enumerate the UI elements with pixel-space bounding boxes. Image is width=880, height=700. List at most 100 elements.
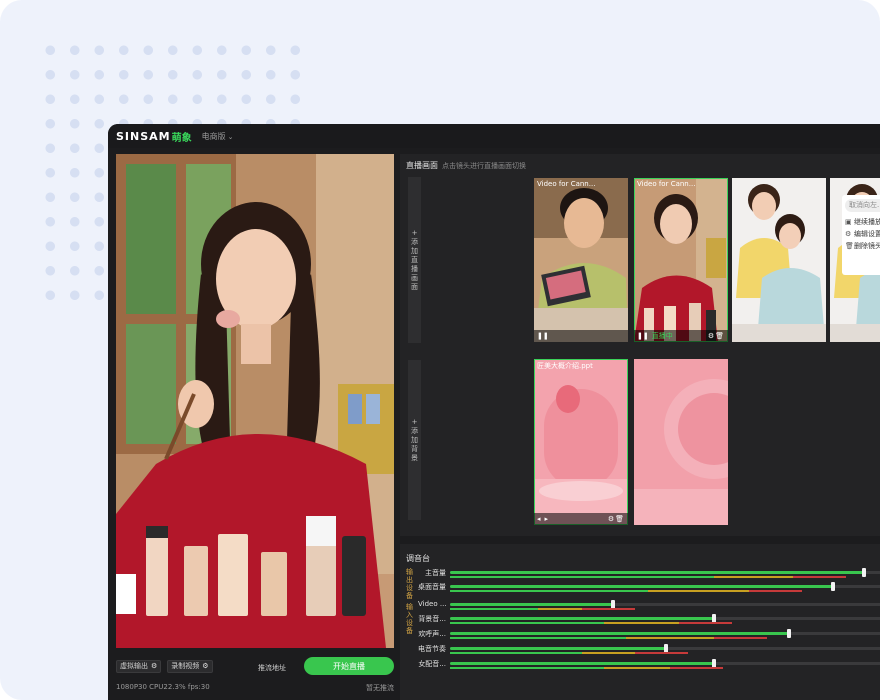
start-live-button[interactable]: 开始直播 (304, 657, 394, 675)
level-meter-segment (450, 608, 538, 610)
volume-fill (450, 662, 714, 665)
volume-fill (450, 647, 666, 650)
level-meter-segment (450, 652, 582, 654)
scene-thumbnail (634, 178, 728, 342)
scene-tile[interactable] (732, 178, 826, 342)
level-meter-segment (678, 622, 732, 624)
pause-icon[interactable]: ❚❚ (637, 332, 649, 340)
scene-tile-selected[interactable]: Video for Cann... ❚❚ 直播中 ⚙🗑 (634, 178, 728, 342)
output-group-char: 出 (406, 576, 413, 584)
mixer-row-name: 女配音... (418, 660, 446, 668)
mixer-row-name: 电音节奏 (418, 645, 446, 653)
scene-tile-label: Video for Cann... (637, 180, 696, 188)
volume-slider[interactable] (450, 629, 880, 638)
context-menu-label: 删除镜头 (854, 242, 880, 250)
add-scene-char: 画 (411, 273, 418, 282)
volume-fill (450, 632, 789, 635)
level-meter-segment (582, 608, 635, 610)
trash-icon[interactable]: 🗑 (615, 515, 625, 523)
input-group-char: 输 (406, 603, 413, 611)
level-meter (450, 576, 880, 578)
chevron-down-icon: ⌄ (227, 132, 234, 141)
add-background-button[interactable]: + 添 加 背 景 (408, 360, 421, 520)
scene-thumbnail (534, 178, 628, 342)
push-address-link[interactable]: 推流地址 (258, 663, 286, 673)
context-menu-item-continue[interactable]: ▣ 继续播放 (845, 216, 880, 228)
mixer-title: 调音台 (406, 554, 430, 563)
scene-tile[interactable]: Video for Cann... ❚❚ (534, 178, 628, 342)
level-meter-segment (582, 652, 635, 654)
scene-tile-controls: ❚❚ 直播中 ⚙🗑 (634, 330, 728, 342)
add-scene-char: + (411, 228, 418, 237)
volume-slider[interactable] (450, 614, 880, 623)
input-group-char: 入 (406, 611, 413, 619)
volume-fill (450, 585, 833, 588)
output-group-label: 输 出 设 备 (406, 568, 414, 600)
level-meter-segment (538, 608, 582, 610)
scene-tile-controls: ❚❚ (534, 330, 628, 342)
next-icon[interactable]: ▸ (545, 515, 549, 523)
context-menu-search[interactable]: 取消向左... (845, 199, 880, 212)
level-meter-segment (604, 667, 670, 669)
scene-panel-title: 直播画面 (406, 161, 438, 170)
level-meter (450, 622, 880, 624)
play-icon: ▣ (845, 218, 852, 226)
add-background-char: 加 (411, 435, 418, 444)
context-menu-item-edit[interactable]: ⚙ 编辑设置 (845, 228, 880, 240)
edition-selector[interactable]: 电商版 ⌄ (202, 131, 234, 142)
add-scene-char: 播 (411, 264, 418, 273)
tile-actions: ⚙🗑 (708, 332, 725, 340)
level-meter (450, 652, 880, 654)
volume-slider[interactable] (450, 600, 880, 609)
background-tile[interactable] (634, 359, 728, 525)
context-menu-label: 继续播放 (854, 218, 880, 226)
pause-icon[interactable]: ❚❚ (537, 332, 549, 340)
add-background-char: + (411, 417, 418, 426)
volume-slider[interactable] (450, 659, 880, 668)
context-menu-label: 编辑设置 (854, 230, 880, 238)
level-meter-segment (714, 576, 794, 578)
background-tile-selected[interactable]: 匠美大概介绍.ppt ◂ ▸ ⚙🗑 (534, 359, 628, 525)
level-meter-segment (626, 637, 714, 639)
level-meter-segment (450, 622, 604, 624)
record-video-button[interactable]: 录制视频 ⚙ (167, 659, 213, 673)
volume-slider[interactable] (450, 568, 880, 577)
context-menu-item-delete[interactable]: 🗑删除镜头 (845, 240, 880, 252)
background-tile-label: 匠美大概介绍.ppt (537, 362, 593, 370)
output-group-char: 备 (406, 592, 413, 600)
mixer-row-name: 欢呼声... (418, 630, 446, 638)
background-tile-controls: ◂ ▸ ⚙🗑 (534, 513, 628, 525)
mixer-row: 女配音... (418, 659, 880, 673)
trash-icon[interactable]: 🗑 (715, 332, 725, 340)
level-meter-segment (450, 667, 604, 669)
stats-readout: 1080P30 CPU22.3% fps:30 (116, 683, 210, 691)
gear-icon[interactable]: ⚙ (202, 662, 208, 670)
add-scene-char: 添 (411, 237, 418, 246)
prev-icon[interactable]: ◂ (537, 515, 541, 523)
push-status: 暂无推流 (366, 684, 394, 692)
mixer-row: 背景音... (418, 614, 880, 628)
volume-fill (450, 617, 714, 620)
level-meter (450, 637, 880, 639)
add-scene-char: 加 (411, 246, 418, 255)
gear-icon[interactable]: ⚙ (151, 662, 157, 670)
level-meter-segment (793, 576, 846, 578)
volume-slider[interactable] (450, 644, 880, 653)
mixer-row-name: Video ... (418, 600, 446, 608)
app-window: SINSAM 萌象 电商版 ⌄ 虚拟输出 ⚙ 录制视频 ⚙ 推流地址 开始直播 … (108, 124, 880, 700)
background-thumbnail (634, 359, 728, 525)
add-scene-button[interactable]: + 添 加 直 播 画 面 (408, 177, 421, 343)
gear-icon: ⚙ (845, 230, 852, 238)
volume-slider[interactable] (450, 582, 880, 591)
preview-image (116, 154, 394, 648)
live-status: 直播中 (651, 332, 673, 340)
level-meter-segment (670, 667, 723, 669)
level-meter-segment (604, 622, 679, 624)
virtual-output-button[interactable]: 虚拟输出 ⚙ (116, 659, 162, 673)
mixer-row-name: 桌面音量 (418, 583, 446, 591)
level-meter (450, 608, 880, 610)
add-background-char: 添 (411, 426, 418, 435)
level-meter (450, 590, 880, 592)
logo-text: SINSAM (116, 129, 171, 143)
volume-fill (450, 603, 613, 606)
